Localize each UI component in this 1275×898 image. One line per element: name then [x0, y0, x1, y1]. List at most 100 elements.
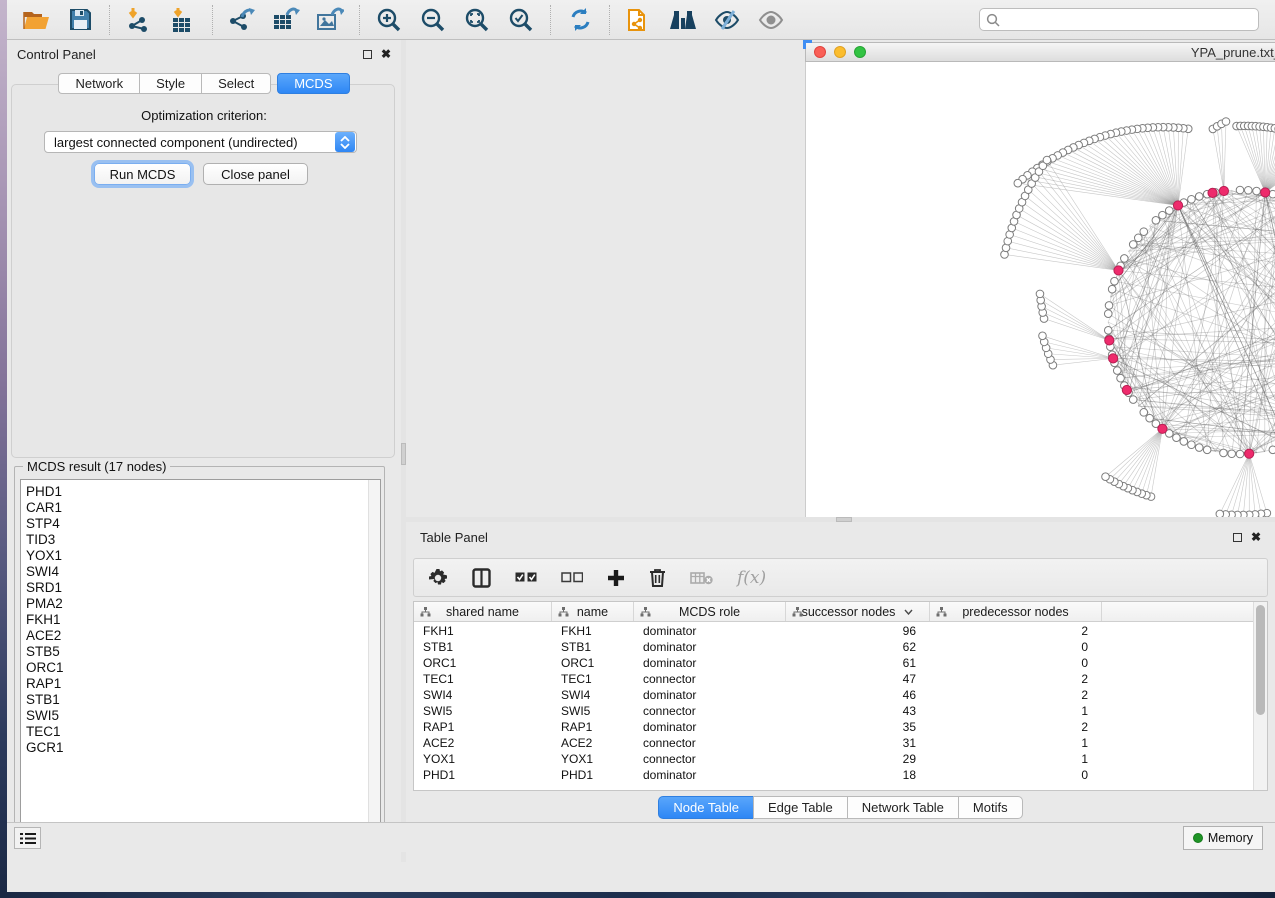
memory-button[interactable]: Memory	[1183, 826, 1263, 850]
network-node[interactable]	[1188, 441, 1196, 449]
network-node[interactable]	[1140, 228, 1148, 236]
search-input[interactable]	[1004, 13, 1252, 27]
eye-icon[interactable]	[756, 5, 786, 35]
network-node[interactable]	[1203, 446, 1211, 454]
mcds-hub-node[interactable]	[1173, 201, 1182, 210]
table-row[interactable]: RAP1RAP1dominator352	[414, 719, 1254, 735]
hide-eye-icon[interactable]	[712, 5, 742, 35]
optimization-criterion-dropdown[interactable]: largest connected component (undirected)	[44, 131, 357, 153]
network-node[interactable]	[1159, 211, 1167, 219]
function-builder-icon[interactable]: f(x)	[737, 568, 766, 588]
network-node[interactable]	[1036, 290, 1044, 298]
table-row[interactable]: ACE2ACE2connector311	[414, 735, 1254, 751]
network-node[interactable]	[1253, 187, 1261, 195]
network-node[interactable]	[1105, 302, 1113, 310]
network-node[interactable]	[1113, 367, 1121, 375]
mcds-result-item[interactable]: ACE2	[26, 628, 368, 644]
mcds-hub-node[interactable]	[1261, 188, 1270, 197]
table-row[interactable]: YOX1YOX1connector291	[414, 751, 1254, 767]
export-network-icon[interactable]	[227, 5, 257, 35]
network-node[interactable]	[1188, 195, 1196, 203]
column-header-MCDS-role[interactable]: MCDS role	[634, 602, 786, 621]
network-node[interactable]	[1102, 473, 1110, 481]
network-node[interactable]	[1228, 450, 1236, 458]
column-header-predecessor-nodes[interactable]: predecessor nodes	[930, 602, 1102, 621]
table-row[interactable]: TEC1TEC1connector472	[414, 671, 1254, 687]
tab-motifs[interactable]: Motifs	[958, 796, 1023, 819]
table-row[interactable]: FKH1FKH1dominator962	[414, 623, 1254, 639]
table-row[interactable]: STB1STB1dominator620	[414, 639, 1254, 655]
mcds-hub-node[interactable]	[1109, 354, 1118, 363]
mcds-hub-node[interactable]	[1114, 266, 1123, 275]
table-row[interactable]: SWI4SWI4dominator462	[414, 687, 1254, 703]
network-window-titlebar[interactable]: YPA_prune.txt_1	[805, 42, 1275, 62]
table-vertical-scrollbar[interactable]	[1253, 602, 1267, 790]
mcds-hub-node[interactable]	[1208, 188, 1217, 197]
import-table-icon[interactable]	[168, 5, 198, 35]
select-all-icon[interactable]	[515, 572, 537, 583]
mcds-result-item[interactable]: CAR1	[26, 500, 368, 516]
maximize-window-icon[interactable]	[854, 46, 866, 58]
network-node[interactable]	[1220, 449, 1228, 457]
zoom-out-icon[interactable]	[418, 5, 448, 35]
float-panel-icon[interactable]	[1233, 533, 1242, 542]
network-node[interactable]	[1269, 446, 1275, 454]
mcds-result-item[interactable]: SWI4	[26, 564, 368, 580]
close-window-icon[interactable]	[814, 46, 826, 58]
network-canvas[interactable]	[805, 62, 1275, 557]
mcds-result-item[interactable]: TID3	[26, 532, 368, 548]
mcds-hub-node[interactable]	[1245, 449, 1254, 458]
export-table-icon[interactable]	[271, 5, 301, 35]
network-node[interactable]	[1146, 414, 1154, 422]
column-manager-icon[interactable]	[472, 568, 491, 588]
column-header-shared-name[interactable]: shared name	[414, 602, 552, 621]
mcds-result-item[interactable]: TEC1	[26, 724, 368, 740]
mcds-result-item[interactable]: ORC1	[26, 660, 368, 676]
table-row[interactable]: PHD1PHD1dominator180	[414, 767, 1254, 783]
search-box[interactable]	[979, 8, 1259, 31]
scrollbar-thumb[interactable]	[1256, 605, 1265, 715]
delete-table-icon[interactable]	[690, 571, 713, 585]
network-node[interactable]	[1111, 277, 1119, 285]
network-node[interactable]	[1039, 332, 1047, 340]
network-node[interactable]	[1129, 396, 1137, 404]
network-node[interactable]	[1140, 409, 1148, 417]
network-node[interactable]	[1222, 118, 1230, 126]
tab-network-table[interactable]: Network Table	[847, 796, 958, 819]
zoom-selected-icon[interactable]	[506, 5, 536, 35]
gear-icon[interactable]	[428, 568, 448, 588]
mcds-result-item[interactable]: YOX1	[26, 548, 368, 564]
zoom-in-icon[interactable]	[374, 5, 404, 35]
network-node[interactable]	[1165, 207, 1173, 215]
mcds-hub-node[interactable]	[1122, 385, 1131, 394]
deselect-all-icon[interactable]	[561, 572, 583, 583]
network-node[interactable]	[1129, 241, 1137, 249]
mcds-hub-node[interactable]	[1158, 424, 1167, 433]
add-column-icon[interactable]	[607, 569, 625, 587]
network-node[interactable]	[1244, 186, 1252, 194]
save-icon[interactable]	[65, 5, 95, 35]
network-node[interactable]	[1014, 179, 1022, 187]
close-panel-icon[interactable]: ✖	[1251, 531, 1261, 543]
delete-column-icon[interactable]	[649, 568, 666, 587]
mcds-list-scrollbar[interactable]	[368, 480, 380, 834]
refresh-icon[interactable]	[565, 5, 595, 35]
column-header-name[interactable]: name	[552, 602, 634, 621]
zoom-fit-icon[interactable]	[462, 5, 492, 35]
export-image-icon[interactable]	[315, 5, 345, 35]
network-node[interactable]	[1104, 310, 1112, 318]
mcds-hub-node[interactable]	[1219, 186, 1228, 195]
network-node[interactable]	[1236, 186, 1244, 194]
mcds-result-item[interactable]: GCR1	[26, 740, 368, 756]
mcds-result-item[interactable]: RAP1	[26, 676, 368, 692]
column-header-successor-nodes[interactable]: successor nodes	[786, 602, 930, 621]
mcds-result-item[interactable]: PHD1	[26, 484, 368, 500]
network-node[interactable]	[1195, 444, 1203, 452]
mcds-result-item[interactable]: STB1	[26, 692, 368, 708]
tab-mcds[interactable]: MCDS	[277, 73, 349, 94]
minimize-window-icon[interactable]	[834, 46, 846, 58]
mcds-result-item[interactable]: FKH1	[26, 612, 368, 628]
close-panel-button[interactable]: Close panel	[203, 163, 308, 185]
mcds-result-item[interactable]: PMA2	[26, 596, 368, 612]
network-node[interactable]	[1043, 156, 1051, 164]
